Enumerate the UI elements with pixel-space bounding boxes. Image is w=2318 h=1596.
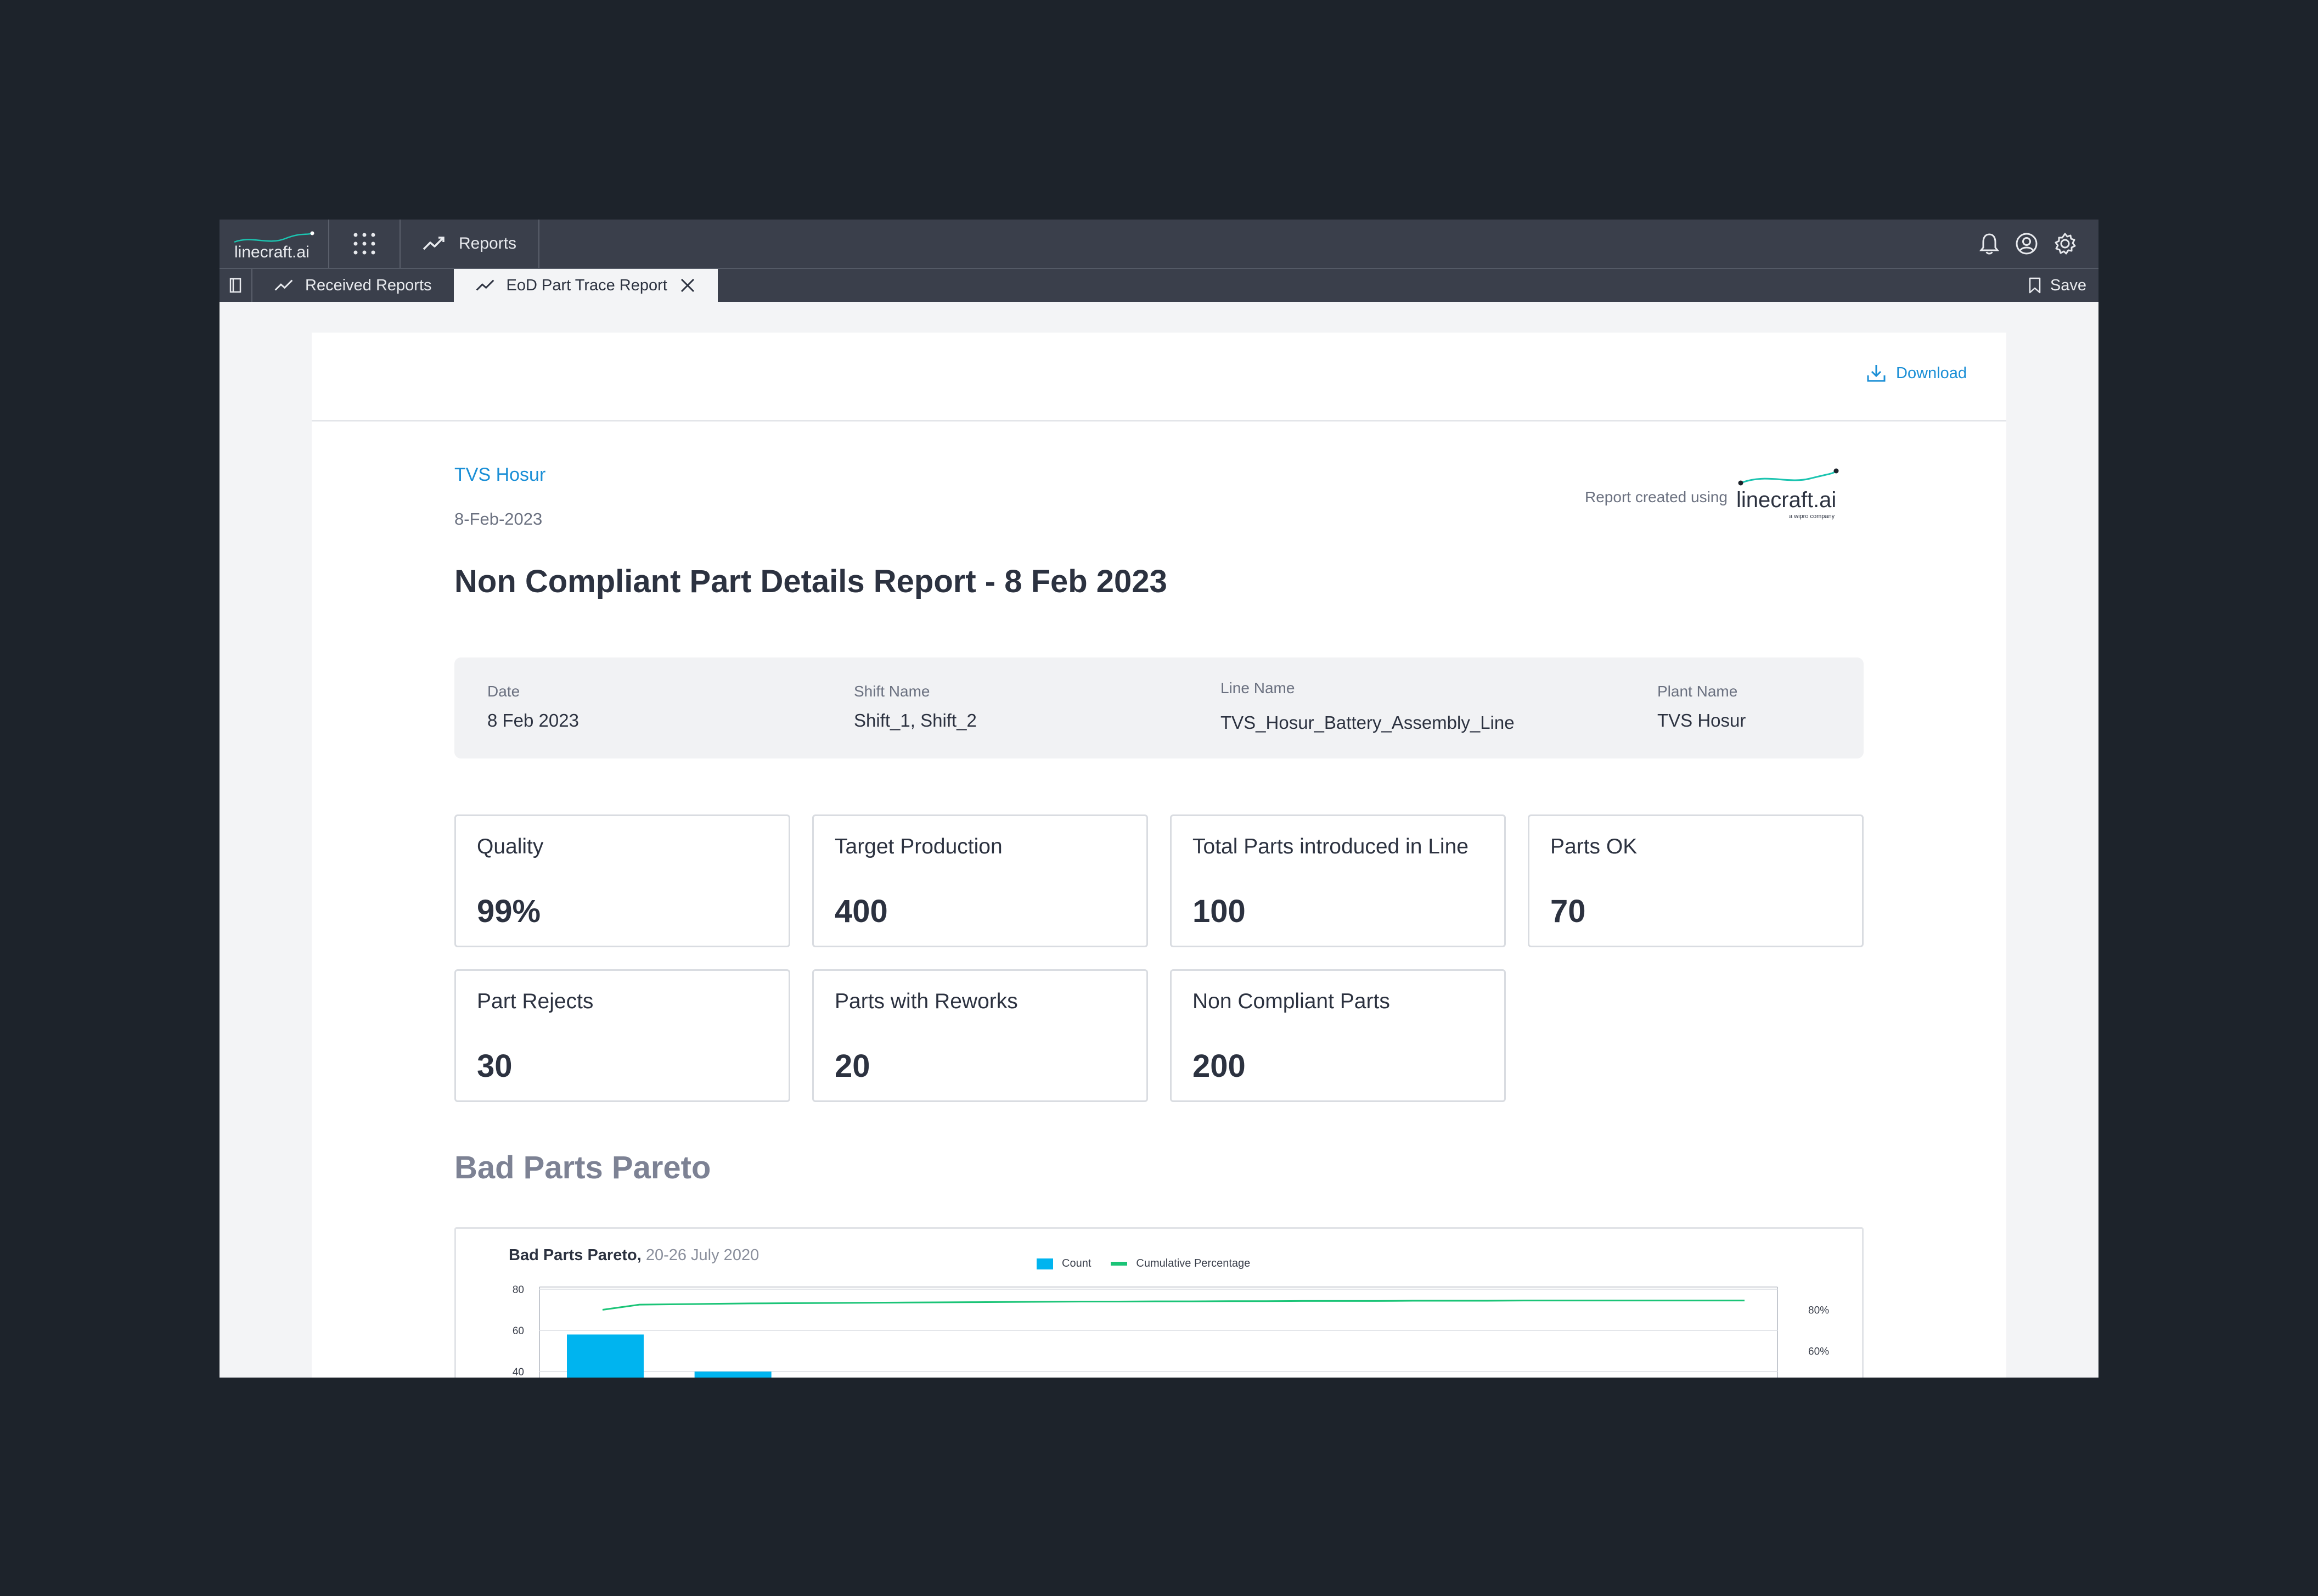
apps-button[interactable] [329,220,401,268]
cumulative-percentage-line [602,1300,1745,1311]
metric-label: Part Rejects [477,990,594,1013]
tab-label: Received Reports [305,276,432,294]
app-logo[interactable]: linecraft.ai [220,220,329,268]
linecraft-logo-icon: linecraft.ai [234,231,314,261]
chart-bar [694,1372,772,1378]
metric-value: 100 [1192,893,1246,929]
y-tick-label: 60 [513,1325,524,1337]
info-date: Date 8 Feb 2023 [487,683,579,731]
download-label: Download [1896,364,1967,382]
metric-label: Total Parts introduced in Line [1192,835,1469,858]
y2-tick-label: 80% [1808,1305,1829,1317]
metric-card-parts-with-reworks: Parts with Reworks 20 [812,969,1148,1102]
info-value: TVS Hosur [1657,710,1746,730]
metric-label: Parts with Reworks [835,990,1018,1013]
legend-item-count[interactable]: Count [1037,1257,1091,1270]
pareto-section-heading: Bad Parts Pareto [454,1150,711,1185]
legend-label: Count [1062,1257,1092,1269]
app-window: linecraft.ai Reports Received Reports Eo… [220,220,2098,1378]
metric-card-total-parts: Total Parts introduced in Line 100 [1170,814,1506,947]
info-value: Shift_1, Shift_2 [854,710,977,730]
metric-value: 400 [835,893,888,929]
legend-item-cumulative[interactable]: Cumulative Percentage [1111,1257,1250,1270]
user-circle-icon[interactable] [2015,232,2038,255]
metric-value: 99% [477,893,541,929]
trend-icon [423,237,445,250]
info-value: TVS_Hosur_Battery_Assembly_Line [1220,712,1515,733]
metric-card-quality: Quality 99% [454,814,790,947]
logo-text: linecraft.ai [234,243,310,261]
tab-label: EoD Part Trace Report [506,276,667,294]
brand-logo-text: linecraft.ai [1736,488,1836,512]
report-title: Non Compliant Part Details Report - 8 Fe… [454,564,1167,599]
chart-canvas: 80 60 40 80% 60% [513,1284,1829,1378]
metric-value: 200 [1192,1048,1246,1084]
chart-legend: Count Cumulative Percentage [1037,1257,1250,1270]
y-tick-label: 80 [513,1284,524,1296]
metric-label: Parts OK [1550,835,1638,858]
created-using-label: Report created using [1585,488,1728,505]
save-button[interactable]: Save [2028,269,2098,302]
bookmark-icon [2029,277,2041,294]
metric-value: 20 [835,1048,870,1084]
bad-parts-pareto-chart: Bad Parts Pareto, 20-26 July 2020 80 60 40… [454,1227,1864,1378]
info-plant: Plant Name TVS Hosur [1657,683,1746,731]
bookmark-list-icon [229,278,241,293]
save-label: Save [2050,276,2086,294]
info-label: Shift Name [854,683,930,700]
top-bar: linecraft.ai Reports [220,220,2098,268]
info-label: Date [487,683,520,700]
info-line: Line Name TVS_Hosur_Battery_Assembly_Lin… [1220,679,1515,733]
metric-card-parts-ok: Parts OK 70 [1528,814,1864,947]
report-toolbar: Download [312,333,2006,422]
report-date: 8-Feb-2023 [454,509,543,529]
report-card: Download TVS Hosur 8-Feb-2023 Non Compli… [312,333,2006,1378]
info-value: 8 Feb 2023 [487,710,579,730]
reports-nav-item[interactable]: Reports [401,220,540,268]
metric-value: 70 [1550,893,1586,929]
tab-bar: Received Reports EoD Part Trace Report S… [220,268,2098,302]
metric-label: Non Compliant Parts [1192,990,1390,1013]
metric-label: Target Production [835,835,1003,858]
download-button[interactable]: Download [1866,363,1967,383]
linecraft-brand-logo: linecraft.ai a wipro company [1736,468,1839,520]
gear-icon[interactable] [2053,232,2077,255]
plant-title: TVS Hosur [454,464,546,485]
metric-label: Quality [477,835,544,858]
metric-value: 30 [477,1048,513,1084]
info-shift: Shift Name Shift_1, Shift_2 [854,683,977,731]
metric-card-part-rejects: Part Rejects 30 [454,969,790,1102]
trend-icon [476,279,494,291]
brand-tagline: a wipro company [1789,513,1835,520]
y-tick-label: 40 [513,1367,524,1378]
report-info-strip: Date 8 Feb 2023 Shift Name Shift_1, Shif… [454,657,1864,758]
metric-card-target-production: Target Production 400 [812,814,1148,947]
chart-bar [567,1334,644,1378]
y2-tick-label: 60% [1808,1346,1829,1358]
bell-icon[interactable] [1979,232,2000,255]
bookmarks-button[interactable] [220,269,252,302]
info-label: Line Name [1220,679,1295,696]
topbar-actions [1979,220,2098,268]
legend-swatch-bar [1037,1258,1053,1269]
legend-label: Cumulative Percentage [1136,1257,1251,1269]
tab-received-reports[interactable]: Received Reports [252,269,454,302]
info-label: Plant Name [1657,683,1738,700]
tab-eod-part-trace-report[interactable]: EoD Part Trace Report [453,269,718,302]
close-icon[interactable] [679,277,696,294]
trend-icon [274,279,293,291]
download-icon [1867,365,1886,382]
grid-icon [353,233,375,255]
reports-nav-label: Reports [459,234,517,252]
metric-card-non-compliant-parts: Non Compliant Parts 200 [1170,969,1506,1102]
legend-swatch-line [1111,1262,1128,1266]
